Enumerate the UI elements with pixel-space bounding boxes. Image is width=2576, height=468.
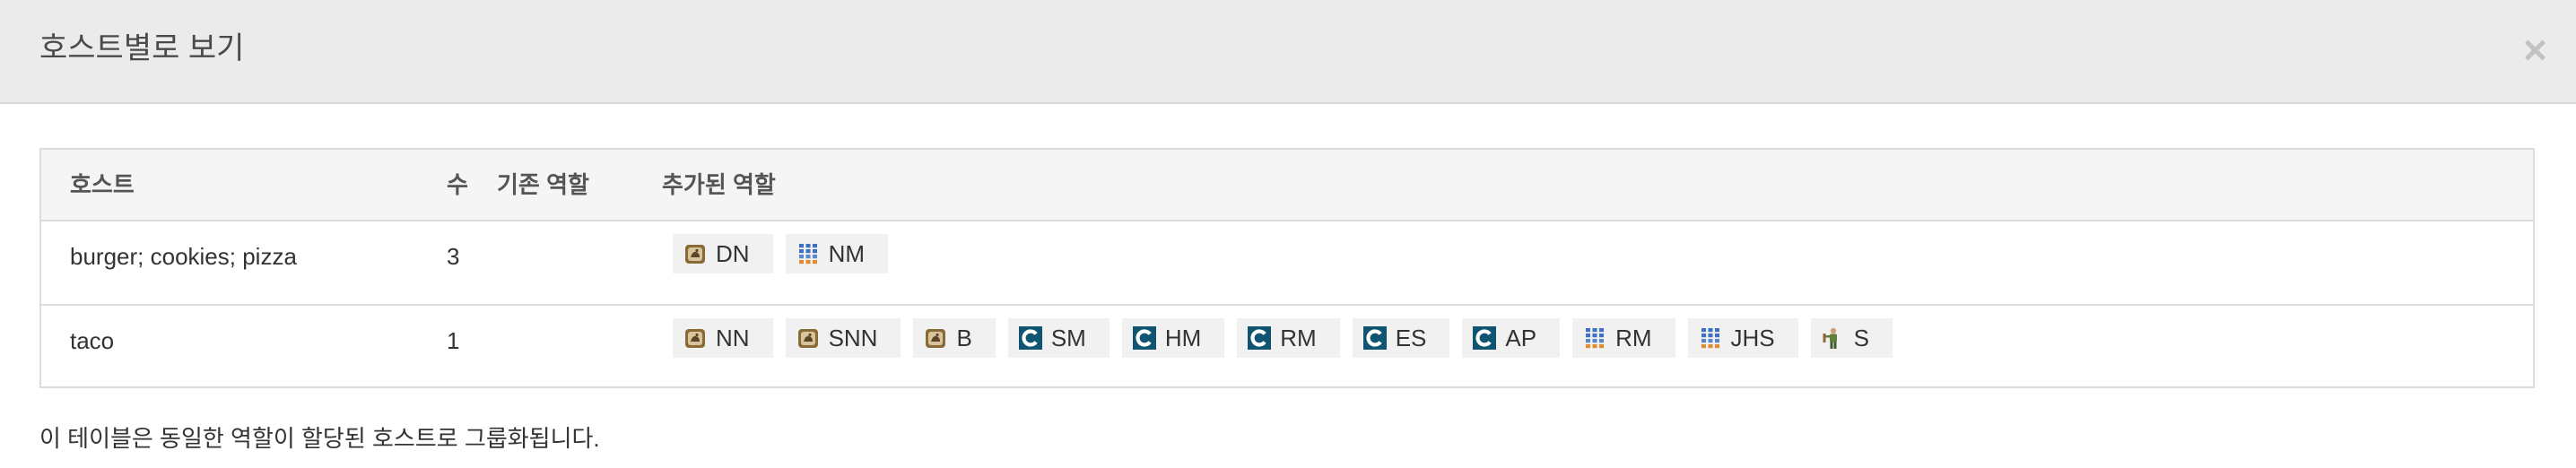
- role-chip[interactable]: ES: [1352, 318, 1450, 358]
- column-header-host[interactable]: 호스트: [70, 169, 135, 200]
- view-by-host-modal: 호스트별로 보기 호스트 수 기존 역할 추가된 역할 burger; cook…: [0, 0, 2576, 468]
- close-icon[interactable]: [2519, 34, 2551, 66]
- role-chip-label: RM: [1615, 325, 1652, 351]
- modal-title: 호스트별로 보기: [39, 31, 245, 65]
- yarn-icon: [796, 242, 820, 265]
- hosts-table: 호스트 수 기존 역할 추가된 역할 burger; cookies; pizz…: [39, 148, 2535, 388]
- yarn-icon: [1699, 326, 1722, 350]
- role-chip[interactable]: HM: [1121, 318, 1225, 358]
- table-header: 호스트 수 기존 역할 추가된 역할: [41, 150, 2533, 221]
- role-chip[interactable]: NM: [785, 234, 888, 273]
- role-chip-label: NM: [828, 240, 865, 267]
- role-chip-label: JHS: [1730, 325, 1775, 351]
- role-chip-label: SM: [1050, 325, 1086, 351]
- cloudera-icon: [1018, 326, 1042, 350]
- role-chip[interactable]: SNN: [785, 318, 901, 358]
- host-cell: burger; cookies; pizza: [70, 243, 297, 270]
- role-chip[interactable]: RM: [1237, 318, 1340, 358]
- spark-icon: [1822, 326, 1845, 350]
- hdfs-icon: [683, 326, 707, 350]
- column-header-count[interactable]: 수: [447, 169, 468, 200]
- role-chip-label: RM: [1280, 325, 1317, 351]
- role-chip-label: S: [1853, 325, 1869, 351]
- role-chip[interactable]: AP: [1462, 318, 1561, 358]
- hdfs-icon: [683, 242, 707, 265]
- count-cell: 3: [447, 243, 460, 270]
- role-chip-label: HM: [1164, 325, 1202, 351]
- added-roles-cell: DN NM: [673, 234, 901, 273]
- modal-header: 호스트별로 보기: [0, 0, 2576, 104]
- role-chip[interactable]: B: [913, 318, 996, 358]
- role-chip[interactable]: SM: [1007, 318, 1110, 358]
- cloudera-icon: [1132, 326, 1156, 350]
- role-chip-label: DN: [716, 240, 750, 267]
- cloudera-icon: [1248, 326, 1272, 350]
- role-chip[interactable]: DN: [673, 234, 773, 273]
- host-cell: taco: [70, 327, 115, 354]
- hdfs-icon: [924, 326, 947, 350]
- added-roles-cell: NN SNN B SM HM RM ES AP RM JHS S: [673, 318, 1905, 358]
- column-header-added-roles[interactable]: 추가된 역할: [662, 169, 776, 200]
- role-chip[interactable]: RM: [1572, 318, 1675, 358]
- role-chip[interactable]: NN: [673, 318, 773, 358]
- role-chip-label: B: [956, 325, 972, 351]
- role-chip-label: ES: [1395, 325, 1427, 351]
- role-chip[interactable]: JHS: [1687, 318, 1798, 358]
- role-chip-label: SNN: [828, 325, 878, 351]
- table-row: taco 1 NN SNN B SM HM RM ES AP RM JHS S: [41, 304, 2533, 386]
- role-chip-label: NN: [716, 325, 750, 351]
- hdfs-icon: [796, 326, 820, 350]
- role-chip-label: AP: [1505, 325, 1537, 351]
- table-description: 이 테이블은 동일한 역할이 할당된 호스트로 그룹화됩니다.: [39, 425, 600, 452]
- role-chip[interactable]: S: [1810, 318, 1893, 358]
- column-header-existing-roles[interactable]: 기존 역할: [497, 169, 589, 200]
- table-row: burger; cookies; pizza 3 DN NM: [41, 221, 2533, 304]
- yarn-icon: [1583, 326, 1606, 350]
- cloudera-icon: [1473, 326, 1497, 350]
- cloudera-icon: [1362, 326, 1387, 350]
- count-cell: 1: [447, 327, 460, 354]
